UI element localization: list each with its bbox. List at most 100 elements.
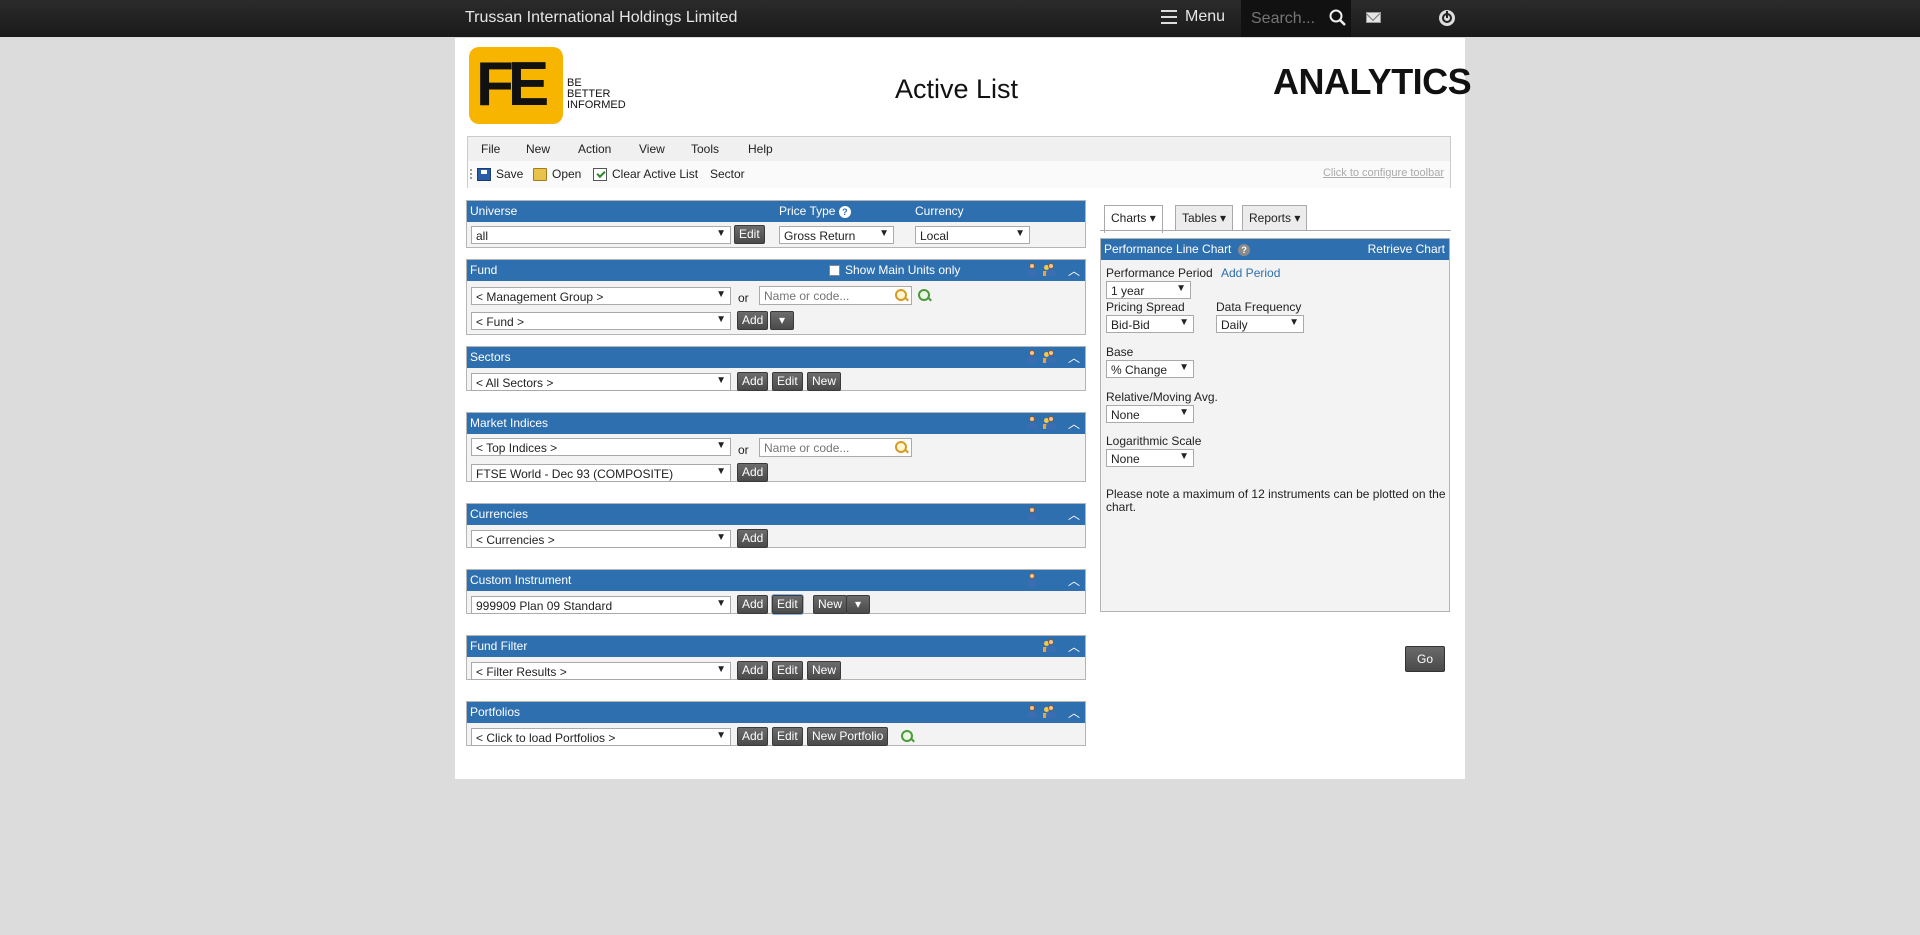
tagline-line-3: INFORMED [567, 99, 626, 111]
fund-add-dropdown-button[interactable]: ▾ [770, 311, 794, 330]
sectors-select-value: < All Sectors > [476, 376, 554, 390]
tab-tables-label: Tables [1182, 211, 1217, 225]
base-select[interactable]: % Change ▼ [1106, 360, 1194, 378]
market-indices-section: Market Indices ︿ < Top Indices > ▼ or FTS… [466, 412, 1086, 482]
custom-new-dropdown-button[interactable]: ▾ [846, 595, 870, 614]
pricing-spread-select[interactable]: Bid-Bid ▼ [1106, 315, 1194, 333]
person-icon[interactable] [1025, 507, 1039, 521]
collapse-icon[interactable]: ︿ [1068, 506, 1080, 523]
menu-file[interactable]: File [481, 142, 500, 156]
universe-select[interactable]: all ▼ [471, 226, 731, 244]
save-button[interactable]: Save [477, 167, 523, 181]
advanced-search-icon[interactable] [900, 729, 916, 745]
management-group-select[interactable]: < Management Group > ▼ [471, 287, 731, 305]
fund-name-input[interactable] [759, 286, 912, 305]
portfolios-select[interactable]: < Click to load Portfolios > ▼ [471, 728, 731, 746]
sectors-select[interactable]: < All Sectors > ▼ [471, 373, 731, 391]
people-icon[interactable] [1043, 350, 1058, 364]
logarithmic-scale-select[interactable]: None ▼ [1106, 449, 1194, 467]
clear-active-list-button[interactable]: Clear Active List [593, 167, 698, 181]
portfolios-add-button[interactable]: Add [737, 727, 769, 746]
help-icon[interactable]: ? [1238, 243, 1251, 256]
search-icon[interactable] [894, 288, 910, 304]
configure-toolbar-link[interactable]: Click to configure toolbar [1323, 167, 1444, 179]
tab-reports[interactable]: Reports ▾ [1242, 205, 1308, 231]
custom-edit-button[interactable]: Edit [772, 595, 803, 614]
portfolios-edit-button[interactable]: Edit [772, 727, 803, 746]
sectors-new-button[interactable]: New [807, 372, 842, 391]
currencies-add-button[interactable]: Add [737, 529, 769, 548]
fund-select[interactable]: < Fund > ▼ [471, 312, 731, 330]
custom-add-button[interactable]: Add [737, 595, 769, 614]
people-icon[interactable] [1043, 416, 1058, 430]
open-button[interactable]: Open [533, 167, 581, 181]
index-name-input[interactable] [759, 438, 912, 457]
filter-edit-button[interactable]: Edit [772, 661, 803, 680]
price-type-select[interactable]: Gross Return ▼ [779, 226, 894, 244]
menu-tools[interactable]: Tools [691, 142, 719, 156]
fund-filter-select[interactable]: < Filter Results > ▼ [471, 662, 731, 680]
sectors-edit-button[interactable]: Edit [772, 372, 803, 391]
menu-view[interactable]: View [639, 142, 665, 156]
search-input[interactable] [1249, 9, 1321, 29]
new-portfolio-button[interactable]: New Portfolio [807, 727, 889, 746]
top-indices-select[interactable]: < Top Indices > ▼ [471, 438, 731, 456]
collapse-icon[interactable]: ︿ [1068, 262, 1080, 279]
show-main-units-label: Show Main Units only [845, 263, 961, 277]
relative-moving-avg-select[interactable]: None ▼ [1106, 405, 1194, 423]
menu-help[interactable]: Help [748, 142, 773, 156]
custom-instrument-select[interactable]: 999909 Plan 09 Standard ▼ [471, 596, 731, 614]
retrieve-chart-link[interactable]: Retrieve Chart [1368, 242, 1445, 256]
sectors-add-button[interactable]: Add [737, 372, 769, 391]
currencies-select[interactable]: < Currencies > ▼ [471, 530, 731, 548]
show-main-units-checkbox[interactable] [829, 265, 840, 276]
person-icon[interactable] [1025, 416, 1039, 430]
collapse-icon[interactable]: ︿ [1068, 638, 1080, 655]
help-icon[interactable]: ? [838, 205, 851, 218]
collapse-icon[interactable]: ︿ [1068, 415, 1080, 432]
person-icon[interactable] [1025, 263, 1039, 277]
menu-action[interactable]: Action [578, 142, 611, 156]
power-icon[interactable] [1439, 10, 1455, 26]
collapse-icon[interactable]: ︿ [1068, 704, 1080, 721]
menu-button[interactable]: Menu [1161, 8, 1225, 26]
people-icon[interactable] [1043, 639, 1058, 653]
currency-value: Local [920, 229, 949, 243]
toolbar-grip[interactable] [470, 169, 472, 179]
company-name: Trussan International Holdings Limited [465, 9, 738, 26]
person-icon[interactable] [1025, 350, 1039, 364]
person-icon[interactable] [1025, 573, 1039, 587]
person-icon[interactable] [1025, 705, 1039, 719]
people-icon[interactable] [1043, 263, 1058, 277]
tab-tables[interactable]: Tables ▾ [1175, 205, 1234, 231]
search-icon[interactable] [1329, 9, 1347, 27]
collapse-icon[interactable]: ︿ [1068, 349, 1080, 366]
fund-add-button[interactable]: Add [737, 311, 769, 330]
logo-tagline: BE BETTER INFORMED [567, 78, 626, 111]
filter-new-button[interactable]: New [807, 661, 842, 680]
go-button[interactable]: Go [1405, 646, 1445, 672]
collapse-icon[interactable]: ︿ [1068, 572, 1080, 589]
people-icon[interactable] [1043, 705, 1058, 719]
menu-new[interactable]: New [526, 142, 550, 156]
sector-button[interactable]: Sector [710, 167, 745, 181]
mail-icon[interactable] [1366, 12, 1381, 23]
filter-add-button[interactable]: Add [737, 661, 769, 680]
relative-moving-avg-label: Relative/Moving Avg. [1106, 390, 1218, 404]
search-icon[interactable] [894, 440, 910, 456]
data-frequency-select[interactable]: Daily ▼ [1216, 315, 1304, 333]
performance-period-select[interactable]: 1 year ▼ [1106, 281, 1191, 299]
max-instruments-note: Please note a maximum of 12 instruments … [1106, 487, 1446, 514]
currency-select[interactable]: Local ▼ [915, 226, 1030, 244]
advanced-search-icon[interactable] [917, 288, 933, 304]
add-period-link[interactable]: Add Period [1221, 266, 1280, 280]
fund-filter-header: Fund Filter ︿ [467, 636, 1085, 657]
tab-charts[interactable]: Charts ▾ [1104, 205, 1163, 233]
currencies-title: Currencies [470, 507, 529, 521]
indices-add-button[interactable]: Add [737, 463, 769, 482]
chevron-down-icon: ▼ [1179, 407, 1189, 418]
clear-list-icon [593, 167, 607, 181]
ftse-select[interactable]: FTSE World - Dec 93 (COMPOSITE) ▼ [471, 464, 731, 482]
universe-edit-button[interactable]: Edit [734, 225, 765, 244]
custom-new-button[interactable]: New [813, 595, 848, 614]
